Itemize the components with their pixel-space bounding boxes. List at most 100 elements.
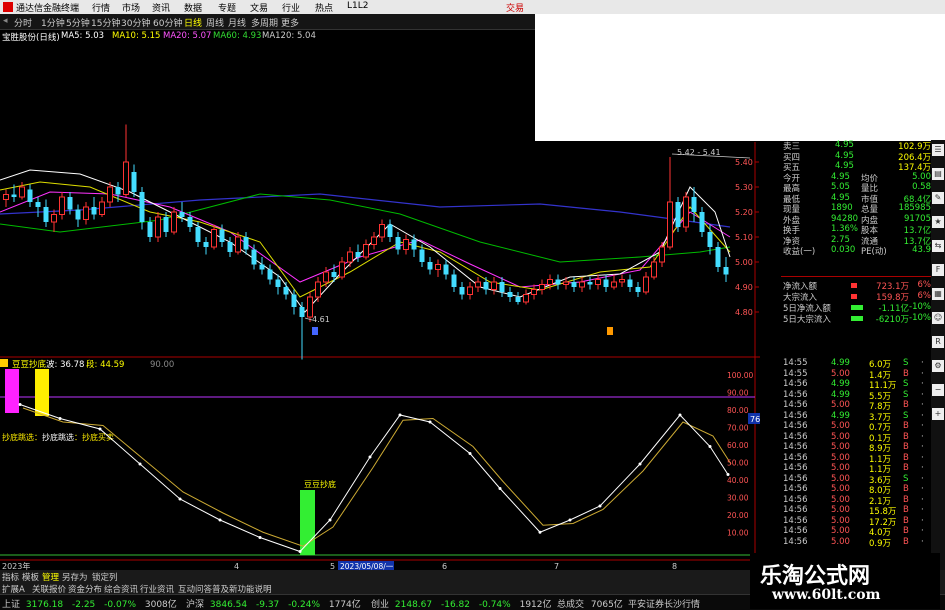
tick-row[interactable]: 14:56 4.99 5.5万 S ·: [783, 390, 931, 402]
candle-body-down[interactable]: [555, 279, 561, 285]
plus-icon[interactable]: +: [932, 408, 944, 420]
candle-body-down[interactable]: [27, 189, 33, 203]
tick-row[interactable]: 14:56 5.00 0.1万 B ·: [783, 432, 931, 444]
candle-body-down[interactable]: [675, 202, 681, 227]
menu-hangye[interactable]: 行业: [282, 1, 300, 14]
candle-body-up[interactable]: [339, 261, 345, 278]
event-marker[interactable]: [312, 327, 318, 335]
order-book-row[interactable]: 卖三 4.95 102.9万: [783, 140, 931, 152]
news-icon[interactable]: ✎: [932, 192, 944, 204]
candle-body-up[interactable]: [379, 224, 385, 238]
gear-icon[interactable]: ⚙: [932, 360, 944, 372]
tick-row[interactable]: 14:55 5.00 1.4万 B ·: [783, 369, 931, 381]
tab-15min[interactable]: 15分钟: [91, 16, 120, 29]
tab-guanli[interactable]: 管理: [42, 571, 59, 583]
candle-body-down[interactable]: [603, 279, 609, 288]
candle-body-up[interactable]: [523, 294, 529, 303]
candle-body-up[interactable]: [539, 284, 545, 290]
menu-wenyi[interactable]: 文易: [250, 1, 268, 14]
candle-body-down[interactable]: [91, 207, 97, 215]
candle-body-down[interactable]: [275, 279, 281, 288]
candle-body-down[interactable]: [139, 192, 145, 222]
candle-body-down[interactable]: [147, 222, 153, 237]
candle-body-down[interactable]: [227, 242, 233, 252]
candle-body-up[interactable]: [323, 271, 329, 283]
candle-body-down[interactable]: [515, 297, 521, 302]
tick-row[interactable]: 14:56 5.00 1.1万 B ·: [783, 463, 931, 475]
candle-body-up[interactable]: [171, 211, 177, 233]
candle-body-down[interactable]: [187, 217, 193, 227]
menu-shuju[interactable]: 数据: [184, 1, 202, 14]
tick-row[interactable]: 14:56 4.99 11.1万 S ·: [783, 379, 931, 391]
candle-body-down[interactable]: [299, 307, 305, 317]
tab-duozhouqi[interactable]: 多周期: [251, 16, 278, 29]
candle-body-up[interactable]: [347, 251, 353, 263]
menu-hangqing[interactable]: 行情: [92, 1, 110, 14]
candle-body-up[interactable]: [403, 239, 409, 250]
tab-zhouxian[interactable]: 周线: [206, 16, 224, 29]
candle-body-down[interactable]: [419, 249, 425, 263]
candle-body-up[interactable]: [467, 286, 473, 295]
tab-rixian[interactable]: 日线: [184, 16, 202, 29]
event-marker[interactable]: [607, 327, 613, 335]
chart-icon[interactable]: ▤: [932, 168, 944, 180]
candle-body-up[interactable]: [83, 206, 89, 220]
tick-row[interactable]: 14:56 5.00 17.2万 B ·: [783, 516, 931, 528]
candle-body-up[interactable]: [371, 236, 377, 245]
tick-list[interactable]: 14:55 4.99 6.0万 S · 14:55 5.00 1.4万 B · …: [783, 358, 931, 549]
candle-body-up[interactable]: [547, 279, 553, 285]
candle-body-down[interactable]: [715, 247, 721, 267]
candle-body-up[interactable]: [19, 186, 25, 198]
candle-body-up[interactable]: [99, 201, 105, 215]
candle-body-down[interactable]: [387, 224, 393, 238]
tab-lingcunwei[interactable]: 另存为: [62, 571, 88, 583]
tick-row[interactable]: 14:56 5.00 0.9万 B ·: [783, 537, 931, 549]
candle-body-down[interactable]: [459, 287, 465, 295]
candle-body-down[interactable]: [67, 197, 73, 210]
candle-body-up[interactable]: [475, 281, 481, 288]
menu-redian[interactable]: 热点: [315, 1, 333, 14]
tick-row[interactable]: 14:56 5.00 8.0万 B ·: [783, 484, 931, 496]
minus-icon[interactable]: −: [932, 384, 944, 396]
tick-row[interactable]: 14:56 5.00 2.1万 B ·: [783, 495, 931, 507]
candle-body-down[interactable]: [251, 249, 257, 265]
candle-body-up[interactable]: [651, 261, 657, 278]
order-book-row[interactable]: 买四 4.95 206.4万: [783, 151, 931, 163]
tick-row[interactable]: 14:55 4.99 6.0万 S ·: [783, 358, 931, 370]
tick-row[interactable]: 14:56 5.00 8.9万 B ·: [783, 442, 931, 454]
candle-body-up[interactable]: [107, 186, 113, 203]
candle-body-down[interactable]: [195, 227, 201, 242]
tab-zhibiao[interactable]: 指标: [2, 571, 19, 583]
candle-body-up[interactable]: [619, 279, 625, 283]
flow-icon[interactable]: ⇆: [932, 240, 944, 252]
candle-body-down[interactable]: [411, 239, 417, 250]
candle-body-down[interactable]: [203, 242, 209, 247]
candle-body-down[interactable]: [243, 237, 249, 250]
candle-body-up[interactable]: [123, 161, 129, 195]
candle-body-down[interactable]: [627, 279, 633, 288]
candle-body-down[interactable]: [483, 282, 489, 290]
candle-body-down[interactable]: [11, 194, 17, 198]
candle-body-up[interactable]: [667, 201, 673, 248]
tick-row[interactable]: 14:56 4.99 3.7万 S ·: [783, 411, 931, 423]
candle-body-up[interactable]: [563, 281, 569, 285]
candle-body-down[interactable]: [163, 217, 169, 232]
candle-body-down[interactable]: [395, 237, 401, 250]
candle-body-up[interactable]: [435, 264, 441, 270]
menu-zhuanti[interactable]: 专题: [218, 1, 236, 14]
tab-30min[interactable]: 30分钟: [121, 16, 150, 29]
tab-suodinglie[interactable]: 锁定列: [92, 571, 118, 583]
order-book-row[interactable]: 买五 4.95 137.4万: [783, 161, 931, 173]
candle-body-up[interactable]: [307, 296, 313, 318]
tab-60min[interactable]: 60分钟: [153, 16, 182, 29]
menu-shichang[interactable]: 市场: [122, 1, 140, 14]
menu-l1l2[interactable]: L1L2: [347, 1, 368, 11]
candle-body-down[interactable]: [635, 287, 641, 292]
candle-body-up[interactable]: [611, 281, 617, 288]
trade-link[interactable]: 交易: [506, 1, 524, 14]
index-hushen[interactable]: 沪深 3846.54 -9.37 -0.24% 1774亿: [186, 597, 361, 610]
candle-body-down[interactable]: [259, 264, 265, 270]
index-shangzheng[interactable]: 上证 3176.18 -2.25 -0.07% 3008亿: [2, 597, 177, 610]
candle-body-up[interactable]: [315, 281, 321, 298]
rsi-icon[interactable]: R: [932, 336, 944, 348]
